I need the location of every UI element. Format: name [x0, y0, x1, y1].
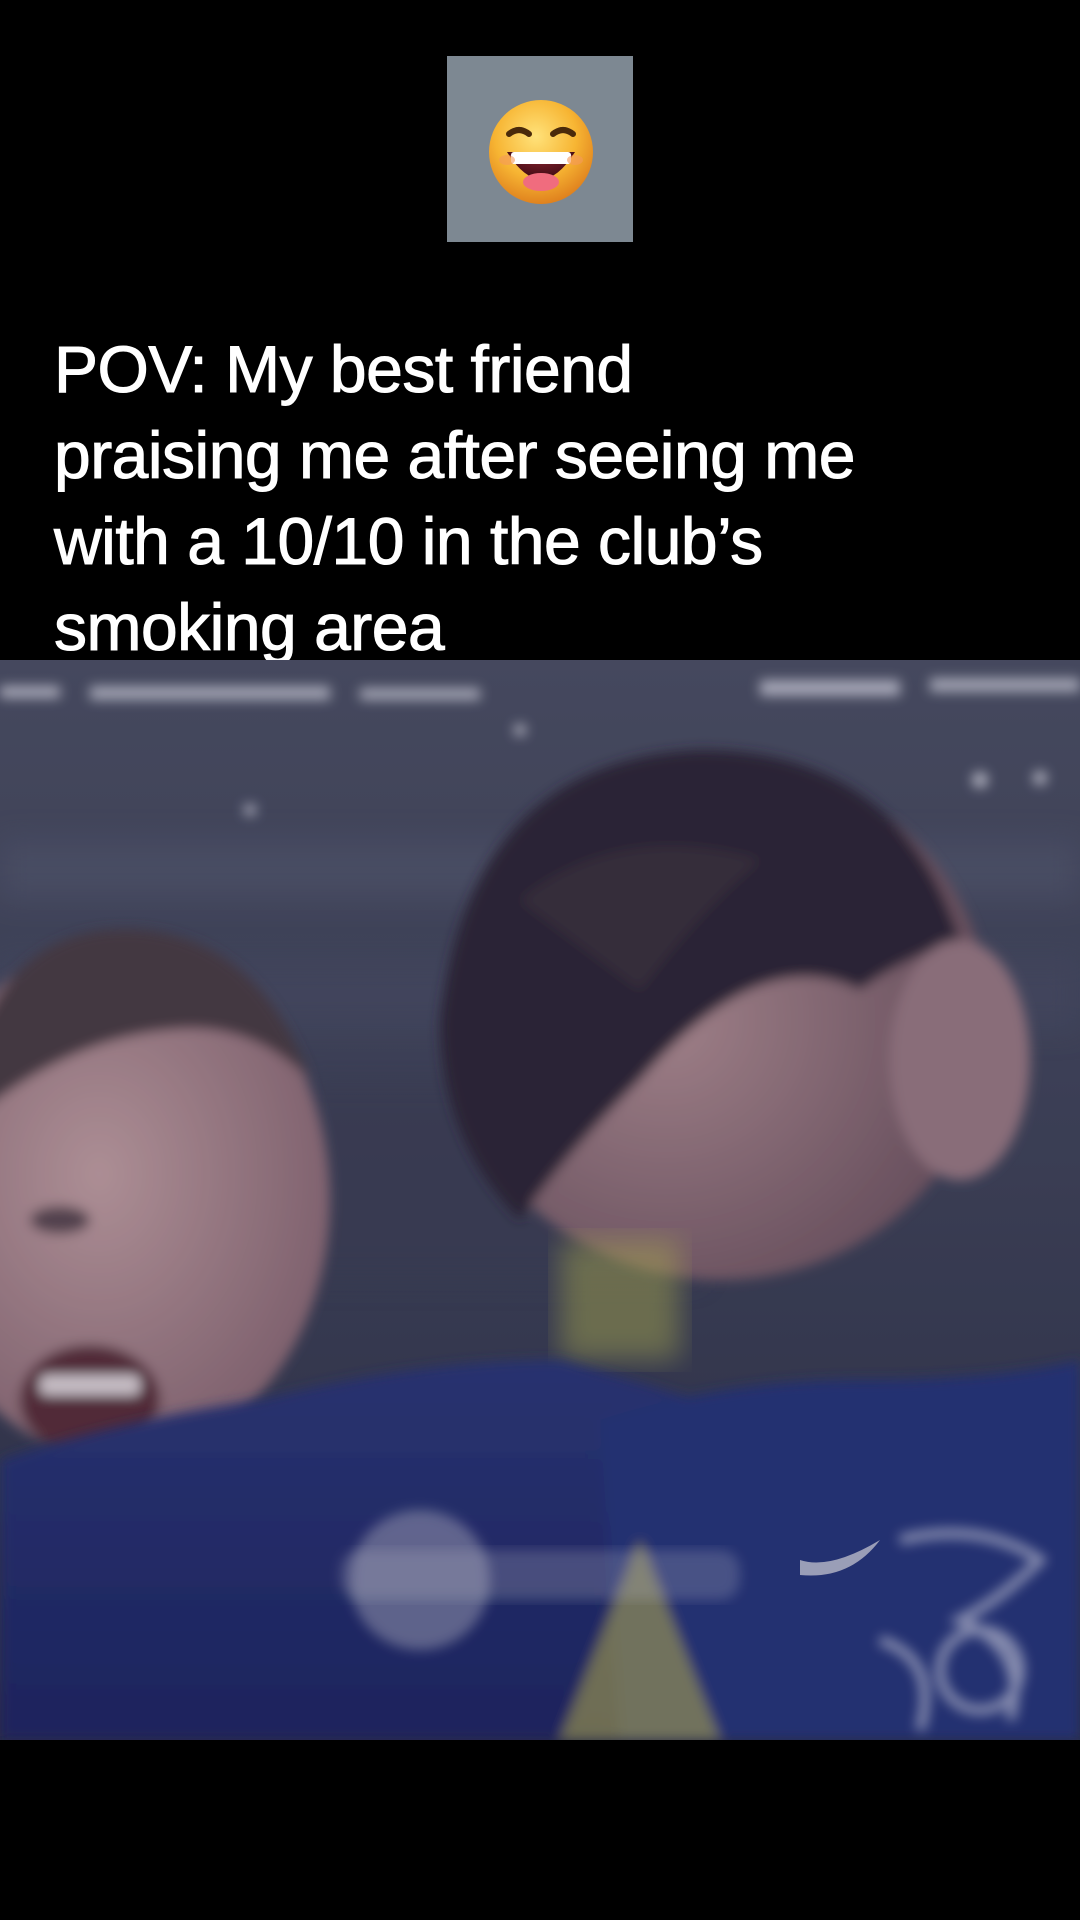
- caption-line: praising me after seeing me: [54, 418, 856, 493]
- football-celebration-photo: [0, 660, 1080, 1740]
- emoji-tile: [447, 56, 633, 242]
- caption-line: with a 10/10 in the club’s: [54, 504, 764, 579]
- video-frame[interactable]: [0, 660, 1080, 1740]
- caption-line: smoking area: [54, 590, 446, 665]
- caption-text: POV: My best friend praising me after se…: [54, 326, 1014, 670]
- caption-line: POV: My best friend: [54, 332, 634, 407]
- grinning-squinting-face-icon: [489, 100, 593, 204]
